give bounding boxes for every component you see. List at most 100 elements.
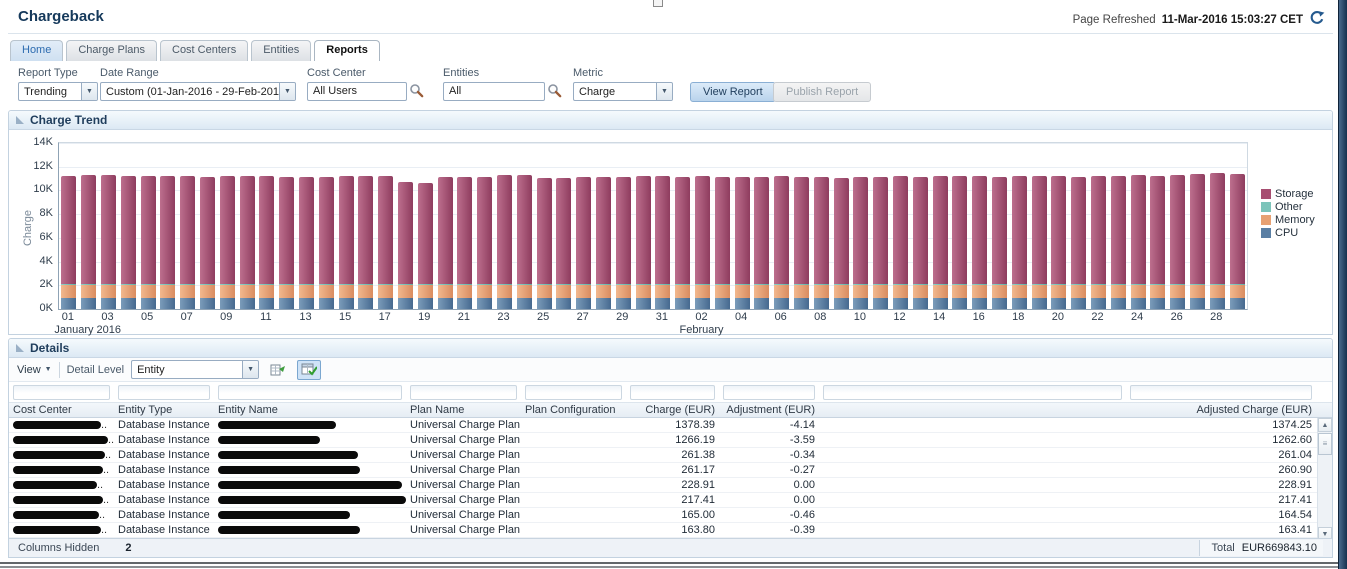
bar-segment-storage[interactable] — [596, 177, 611, 284]
bar-segment-cpu[interactable] — [180, 298, 195, 309]
bar-segment-cpu[interactable] — [715, 298, 730, 309]
bar-segment-other[interactable] — [972, 284, 987, 285]
bar-segment-storage[interactable] — [972, 176, 987, 284]
bar-segment-other[interactable] — [556, 284, 571, 285]
column-header[interactable]: Charge (EUR) — [626, 404, 719, 416]
bar-segment-other[interactable] — [141, 284, 156, 285]
bar-segment-memory[interactable] — [220, 285, 235, 297]
bar-segment-other[interactable] — [952, 284, 967, 285]
column-header[interactable]: Adjusted Charge (EUR) — [1126, 404, 1316, 416]
bar-segment-storage[interactable] — [1131, 175, 1146, 284]
bar-segment-memory[interactable] — [774, 285, 789, 297]
bar-segment-storage[interactable] — [992, 177, 1007, 284]
bar-segment-storage[interactable] — [319, 177, 334, 284]
bar-segment-other[interactable] — [636, 284, 651, 285]
bar-segment-storage[interactable] — [873, 177, 888, 284]
bar-segment-memory[interactable] — [160, 285, 175, 297]
bar-segment-memory[interactable] — [101, 285, 116, 297]
bar-segment-storage[interactable] — [794, 177, 809, 284]
bar-segment-cpu[interactable] — [675, 298, 690, 309]
bar-segment-other[interactable] — [893, 284, 908, 285]
bar-segment-cpu[interactable] — [972, 298, 987, 309]
bar-segment-memory[interactable] — [81, 285, 96, 297]
bar-segment-memory[interactable] — [1190, 285, 1205, 297]
tab-charge-plans[interactable]: Charge Plans — [66, 40, 157, 61]
bar-segment-storage[interactable] — [180, 176, 195, 283]
bar-segment-other[interactable] — [933, 284, 948, 285]
bar-segment-storage[interactable] — [497, 175, 512, 284]
bar-segment-cpu[interactable] — [1032, 298, 1047, 309]
bar-segment-storage[interactable] — [517, 175, 532, 284]
table-row[interactable]: ..Database InstanceUniversal Charge Plan… — [9, 493, 1332, 508]
bar-segment-memory[interactable] — [517, 285, 532, 297]
bar-segment-other[interactable] — [1032, 284, 1047, 285]
bar-segment-storage[interactable] — [834, 178, 849, 284]
bar-segment-memory[interactable] — [735, 285, 750, 297]
bar-segment-storage[interactable] — [240, 176, 255, 284]
bar-segment-storage[interactable] — [1210, 173, 1225, 284]
bar-segment-storage[interactable] — [398, 182, 413, 284]
bar-segment-other[interactable] — [319, 284, 334, 285]
bar-segment-memory[interactable] — [319, 285, 334, 297]
bar-segment-memory[interactable] — [636, 285, 651, 297]
bar-segment-storage[interactable] — [754, 177, 769, 284]
bar-segment-other[interactable] — [537, 284, 552, 285]
scrollbar-thumb[interactable]: ≡ — [1318, 433, 1332, 455]
bar-segment-cpu[interactable] — [339, 298, 354, 309]
bar-segment-cpu[interactable] — [1210, 298, 1225, 309]
bar-segment-storage[interactable] — [61, 176, 76, 284]
bar-segment-storage[interactable] — [418, 183, 433, 284]
bar-segment-memory[interactable] — [457, 285, 472, 297]
bar-segment-memory[interactable] — [121, 285, 136, 297]
bar-segment-cpu[interactable] — [61, 298, 76, 309]
column-filter-input[interactable] — [218, 385, 402, 400]
bar-segment-memory[interactable] — [913, 285, 928, 297]
search-icon[interactable] — [409, 83, 424, 101]
bar-segment-storage[interactable] — [537, 178, 552, 284]
bar-segment-memory[interactable] — [992, 285, 1007, 297]
bar-segment-storage[interactable] — [477, 177, 492, 284]
bar-segment-memory[interactable] — [794, 285, 809, 297]
bar-segment-other[interactable] — [1012, 284, 1027, 285]
bar-segment-cpu[interactable] — [853, 298, 868, 309]
scroll-up-icon[interactable]: ▲ — [1318, 418, 1332, 432]
bar-segment-storage[interactable] — [220, 176, 235, 284]
bar-segment-cpu[interactable] — [497, 298, 512, 309]
bar-segment-storage[interactable] — [1230, 174, 1245, 284]
bar-segment-cpu[interactable] — [1051, 298, 1066, 309]
metric-select[interactable]: Charge ▼ — [573, 82, 673, 101]
window-scrollbar[interactable] — [1338, 0, 1347, 569]
details-header[interactable]: Details — [9, 339, 1332, 358]
bar-segment-cpu[interactable] — [1230, 298, 1245, 309]
bar-segment-cpu[interactable] — [893, 298, 908, 309]
bar-segment-memory[interactable] — [299, 285, 314, 297]
bar-segment-storage[interactable] — [358, 176, 373, 284]
bar-segment-cpu[interactable] — [873, 298, 888, 309]
bar-segment-other[interactable] — [1150, 284, 1165, 285]
bar-segment-cpu[interactable] — [279, 298, 294, 309]
column-filter-input[interactable] — [525, 385, 622, 400]
bar-segment-cpu[interactable] — [299, 298, 314, 309]
bar-segment-other[interactable] — [339, 284, 354, 285]
tab-cost-centers[interactable]: Cost Centers — [160, 40, 248, 61]
bar-segment-storage[interactable] — [616, 177, 631, 284]
bar-segment-memory[interactable] — [339, 285, 354, 297]
column-header[interactable]: Adjustment (EUR) — [719, 404, 819, 416]
column-header[interactable]: Plan Name — [406, 404, 521, 416]
bar-segment-cpu[interactable] — [121, 298, 136, 309]
bar-segment-memory[interactable] — [873, 285, 888, 297]
table-row[interactable]: ..Database InstanceUniversal Charge Plan… — [9, 478, 1332, 493]
bar-segment-other[interactable] — [675, 284, 690, 285]
bar-segment-storage[interactable] — [299, 177, 314, 283]
bar-segment-other[interactable] — [1071, 284, 1086, 285]
bar-segment-other[interactable] — [754, 284, 769, 285]
bar-segment-cpu[interactable] — [537, 298, 552, 309]
bar-segment-cpu[interactable] — [457, 298, 472, 309]
bar-segment-memory[interactable] — [1051, 285, 1066, 297]
bar-segment-storage[interactable] — [735, 177, 750, 283]
column-filter-input[interactable] — [723, 385, 815, 400]
bar-segment-memory[interactable] — [1012, 285, 1027, 297]
bar-segment-storage[interactable] — [952, 176, 967, 284]
bar-segment-storage[interactable] — [893, 176, 908, 284]
bar-segment-cpu[interactable] — [695, 298, 710, 309]
